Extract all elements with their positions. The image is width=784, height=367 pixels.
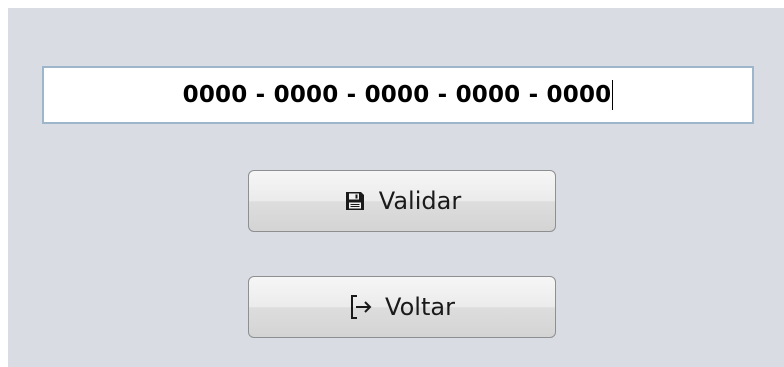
text-cursor	[612, 80, 614, 110]
validate-button-label: Validar	[378, 187, 462, 215]
dialog-panel: 0000 - 0000 - 0000 - 0000 - 0000 Validar…	[8, 8, 784, 367]
validate-button[interactable]: Validar	[248, 170, 556, 232]
serial-key-input[interactable]: 0000 - 0000 - 0000 - 0000 - 0000	[42, 66, 754, 124]
sign-out-icon	[349, 294, 373, 320]
back-button[interactable]: Voltar	[248, 276, 556, 338]
serial-key-value: 0000 - 0000 - 0000 - 0000 - 0000	[182, 82, 612, 108]
back-button-label: Voltar	[385, 293, 455, 321]
save-icon	[343, 188, 367, 214]
